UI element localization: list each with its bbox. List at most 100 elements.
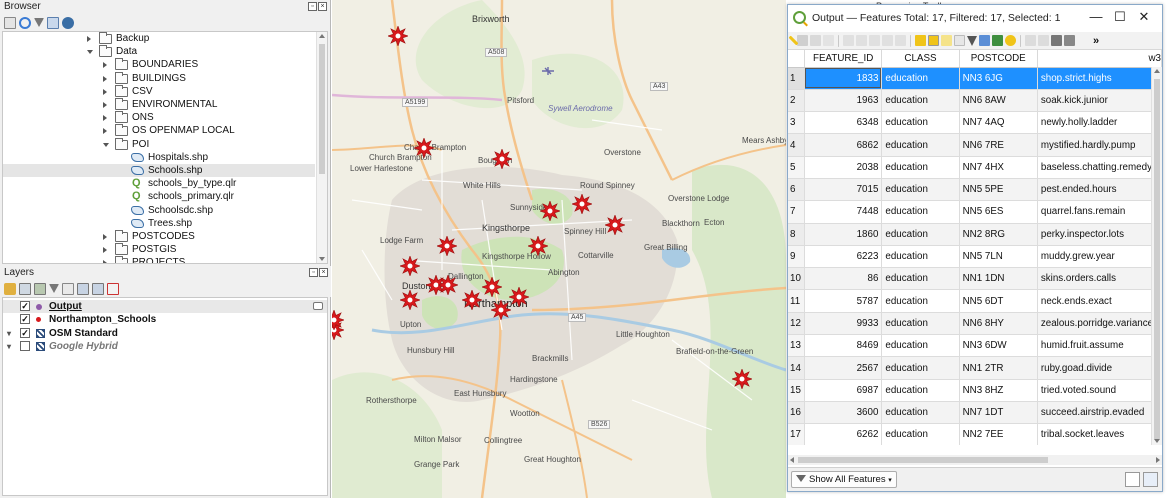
minimize-button[interactable]: — [1087,9,1105,25]
multi-edit-icon[interactable] [797,35,808,46]
scroll-up-arrow[interactable] [319,34,325,38]
school-marker-icon[interactable] [436,235,458,257]
table-row[interactable]: 12 9933 education NN6 8HY zealous.porridge.v… [788,312,1162,336]
delete-feature-icon[interactable] [856,35,867,46]
filter-icon[interactable] [34,18,44,27]
select-all-icon[interactable] [928,35,939,46]
school-marker-icon[interactable] [508,286,530,308]
postcode-cell[interactable]: NN2 7EE [959,423,1038,445]
w3-cell[interactable]: perky.inspector.lots [1037,223,1162,246]
table-row[interactable]: 2 1963 education NN6 8AW soak.kick.junior [788,89,1162,113]
table-row[interactable]: 1 1833 education NN3 6JG shop.strict.highs [788,67,1162,90]
chevron-right-icon[interactable] [103,247,107,254]
layer-item-google-hybrid[interactable]: ▾ Google Hybrid [3,340,327,353]
add-feature-icon[interactable] [843,35,854,46]
school-marker-icon[interactable] [539,200,561,222]
move-selection-to-top-icon[interactable] [979,35,990,46]
row-number-cell[interactable]: 11 [788,289,805,313]
row-number-cell[interactable]: 7 [788,200,805,224]
row-number-cell[interactable]: 5 [788,156,805,179]
chevron-right-icon[interactable] [103,234,107,240]
map-canvas[interactable]: Brixworth A508 A43 A5199 Pitsford Sywell Aero… [332,0,786,498]
float-panel-icon[interactable]: ▫ [308,2,317,11]
browser-item-boundaries[interactable]: BOUNDARIES [3,58,315,71]
new-field-icon[interactable] [1025,35,1036,46]
collapse-all-icon[interactable] [47,16,59,29]
postcode-cell[interactable]: NN6 7RE [959,133,1038,157]
class-cell[interactable]: education [881,356,960,380]
postcode-cell[interactable]: NN7 4HX [959,156,1038,179]
feature-id-cell[interactable]: 6262 [804,423,883,445]
paste-icon[interactable] [895,35,906,46]
column-header-feature-id[interactable]: FEATURE_ID [804,50,883,68]
copy-icon[interactable] [882,35,893,46]
postcode-cell[interactable]: NN7 1DT [959,401,1038,425]
chevron-right-icon[interactable] [87,36,91,42]
browser-item-buildings[interactable]: BUILDINGS [3,71,315,85]
browser-item-ons[interactable]: ONS [3,111,315,124]
postcode-cell[interactable]: NN5 6DT [959,289,1038,313]
layer-item-output[interactable]: ✓ Output [3,300,327,313]
browser-item-schoolsdc-shp[interactable]: Schoolsdc.shp [3,204,315,217]
scroll-up-arrow[interactable] [1154,69,1160,73]
w3-cell[interactable]: soak.kick.junior [1037,89,1162,113]
table-row[interactable]: 13 8469 education NN3 6DW humid.fruit.assume [788,334,1162,358]
w3-cell[interactable]: neck.ends.exact [1037,289,1162,313]
browser-item-trees-shp[interactable]: Trees.shp [3,217,315,230]
w3-cell[interactable]: mystified.hardly.pump [1037,133,1162,157]
school-marker-icon[interactable] [399,289,421,311]
table-row[interactable]: 9 6223 education NN5 7LN muddy.grew.year [788,245,1162,269]
postcode-cell[interactable]: NN5 7LN [959,245,1038,269]
feature-id-cell[interactable]: 7448 [804,200,883,224]
browser-item-environmental[interactable]: ENVIRONMENTAL [3,98,315,111]
more-tools-icon[interactable]: » [1093,35,1099,47]
table-row[interactable]: 14 2567 education NN1 2TR ruby.goad.divide [788,356,1162,380]
filter-select-icon[interactable] [967,35,977,46]
select-by-expression-icon[interactable] [915,35,926,46]
cut-icon[interactable] [869,35,880,46]
postcode-cell[interactable]: NN5 5PE [959,178,1038,202]
table-row[interactable]: 6 7015 education NN5 5PE pest.ended.hours [788,178,1162,202]
school-marker-icon[interactable] [604,214,626,236]
layer-visibility-checkbox[interactable]: ✓ [20,301,30,311]
browser-item-hospitals-shp[interactable]: Hospitals.shp [3,151,315,164]
row-number-cell[interactable]: 17 [788,423,805,445]
feature-id-cell[interactable]: 86 [804,267,883,291]
expand-all-icon[interactable] [77,282,89,295]
browser-scrollbar[interactable] [316,32,327,263]
feature-id-cell[interactable]: 1963 [804,89,883,113]
school-marker-icon[interactable] [332,309,345,331]
class-cell[interactable]: education [881,89,960,113]
chevron-right-icon[interactable] [103,62,107,69]
add-group-icon[interactable] [19,282,31,295]
class-cell[interactable]: education [881,423,960,445]
class-cell[interactable]: education [881,289,960,313]
scroll-thumb[interactable] [319,44,325,174]
scroll-right-arrow[interactable] [1156,457,1160,463]
class-cell[interactable]: education [881,178,960,202]
row-number-cell[interactable]: 9 [788,245,805,269]
browser-item-postgis[interactable]: POSTGIS [3,243,315,256]
chevron-right-icon[interactable] [103,88,107,95]
feature-id-cell[interactable]: 5787 [804,289,883,313]
feature-id-cell[interactable]: 6348 [804,111,883,135]
browser-item-os-openmap-local[interactable]: OS OPENMAP LOCAL [3,124,315,137]
feature-id-cell[interactable]: 1833 [804,67,883,90]
w3-cell[interactable]: shop.strict.highs [1037,67,1162,90]
postcode-cell[interactable]: NN1 1DN [959,267,1038,291]
w3-cell[interactable]: succeed.airstrip.evaded [1037,401,1162,425]
w3-cell[interactable]: tried.voted.sound [1037,379,1162,402]
feature-id-cell[interactable]: 1860 [804,223,883,246]
feature-id-cell[interactable]: 3600 [804,401,883,425]
class-cell[interactable]: education [881,312,960,336]
w3-cell[interactable]: skins.orders.calls [1037,267,1162,291]
row-number-cell[interactable]: 10 [788,267,805,291]
browser-item-projects[interactable]: PROJECTS [3,256,315,263]
browser-item-csv[interactable]: CSV [3,84,315,98]
layer-visibility-checkbox[interactable]: ✓ [20,314,30,325]
school-marker-icon[interactable] [413,137,435,159]
class-cell[interactable]: education [881,379,960,402]
delete-field-icon[interactable] [1038,35,1049,46]
feature-id-cell[interactable]: 6223 [804,245,883,269]
school-marker-icon[interactable] [399,255,421,277]
